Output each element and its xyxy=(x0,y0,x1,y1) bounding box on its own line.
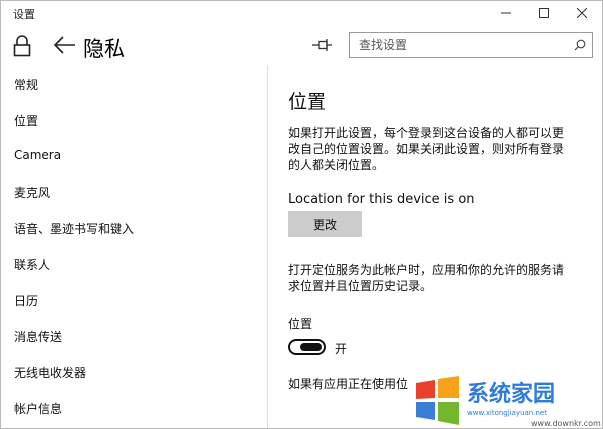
section-title: 位置 xyxy=(288,91,327,113)
header: 隐私 xyxy=(1,25,602,65)
sidebar-item-camera[interactable]: Camera xyxy=(14,148,61,162)
location-toggle-label: 位置 xyxy=(288,317,313,331)
search-input[interactable] xyxy=(350,33,570,57)
minimize-button[interactable] xyxy=(489,1,523,25)
watermark-title: 系统家园 xyxy=(467,381,555,407)
sidebar-nav: 常规 位置 Camera 麦克风 语音、墨迹书写和键入 联系人 日历 消息传送 … xyxy=(1,65,268,428)
sidebar-item-contacts[interactable]: 联系人 xyxy=(14,256,50,273)
description-line: 求位置并且位置历史记录。 xyxy=(288,279,433,293)
window-title: 设置 xyxy=(13,8,35,21)
location-service-description: 打开定位服务为此帐户时，应用和你的允许的服务请 求位置并且位置历史记录。 xyxy=(288,262,588,294)
lock-icon xyxy=(13,35,31,57)
sidebar-item-calendar[interactable]: 日历 xyxy=(14,292,38,309)
sidebar-item-general[interactable]: 常规 xyxy=(14,76,38,93)
sidebar-item-location[interactable]: 位置 xyxy=(14,112,38,129)
toggle-knob xyxy=(300,343,322,351)
toggle-state-label: 开 xyxy=(335,342,348,356)
maximize-icon xyxy=(539,8,549,18)
settings-window: 设置 隐私 查找设置 常规 位置 Camera 麦克风 语音、墨迹书写和键入 联… xyxy=(0,0,603,429)
sidebar-item-account-info[interactable]: 帐户信息 xyxy=(14,400,62,417)
search-icon[interactable] xyxy=(574,39,586,51)
description-line: 打开定位服务为此帐户时，应用和你的允许的服务请 xyxy=(288,263,565,277)
app-usage-description: 如果有应用正在使用位 xyxy=(288,377,408,391)
page-title: 隐私 xyxy=(83,37,125,61)
sidebar-item-speech-inking-typing[interactable]: 语音、墨迹书写和键入 xyxy=(14,220,134,237)
device-location-status: Location for this device is on xyxy=(288,192,475,207)
location-toggle[interactable] xyxy=(288,339,326,355)
pin-icon[interactable] xyxy=(311,37,333,53)
back-arrow-icon[interactable] xyxy=(53,35,77,55)
change-button[interactable]: 更改 xyxy=(288,211,362,237)
minimize-icon xyxy=(501,12,511,14)
search-box[interactable] xyxy=(349,32,593,58)
description-line: 如果打开此设置，每个登录到这台设备的人都可以更 xyxy=(288,126,565,140)
description-line: 的人都关闭位置。 xyxy=(288,158,385,172)
sidebar-item-microphone[interactable]: 麦克风 xyxy=(14,184,50,201)
maximize-button[interactable] xyxy=(527,1,561,25)
site-watermark-logo: 系统家园 www.xitongjiayuan.net www.downkr.co… xyxy=(413,373,602,428)
watermark-url: www.xitongjiayuan.net xyxy=(467,409,547,417)
title-bar: 设置 xyxy=(1,1,602,25)
sidebar-item-radios[interactable]: 无线电收发器 xyxy=(14,364,86,381)
close-button[interactable] xyxy=(565,1,599,25)
close-icon xyxy=(577,8,587,18)
watermark-subtext: www.downkr.com xyxy=(531,419,601,428)
description-line: 改自己的位置设置。如果关闭此设置，则对所有登录 xyxy=(288,142,565,156)
sidebar-item-messaging[interactable]: 消息传送 xyxy=(14,328,62,345)
location-description: 如果打开此设置，每个登录到这台设备的人都可以更 改自己的位置设置。如果关闭此设置… xyxy=(288,125,588,173)
